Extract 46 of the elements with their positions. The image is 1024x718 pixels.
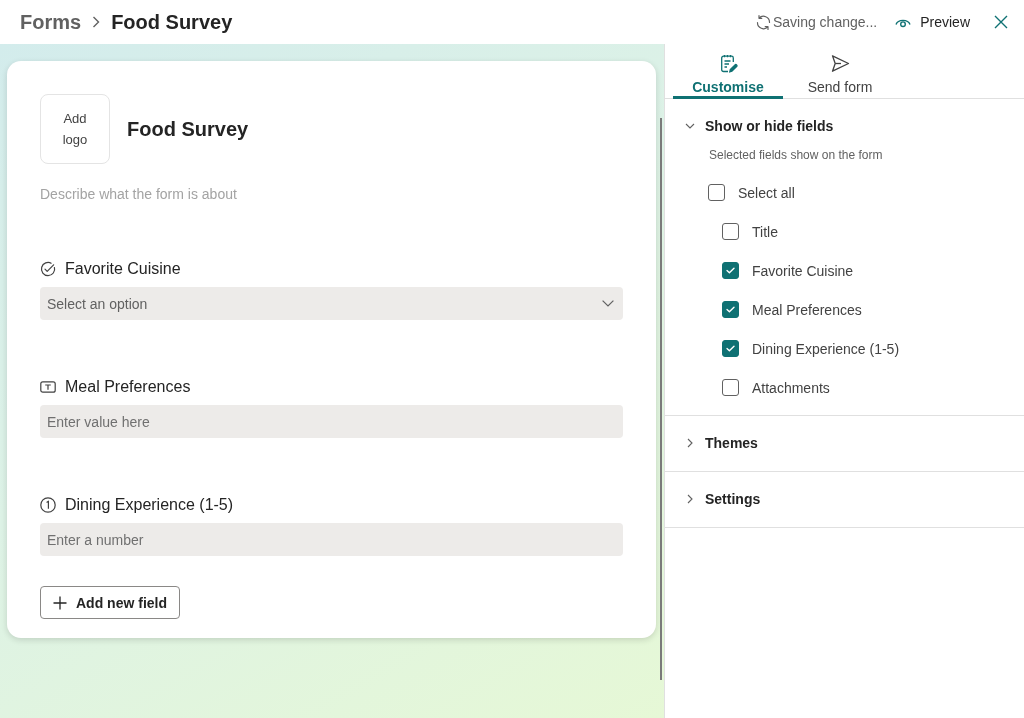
saving-status: Saving change... — [772, 14, 878, 30]
paper-plane-icon — [830, 54, 850, 73]
checkbox[interactable] — [722, 379, 739, 396]
section-description: Selected fields show on the form — [709, 147, 884, 163]
checkbox-label: Meal Preferences — [752, 301, 862, 318]
section-header[interactable]: Themes — [665, 416, 1024, 452]
checkbox[interactable] — [722, 301, 739, 318]
field-label: Favorite Cuisine — [65, 260, 181, 278]
chevron-right-icon — [92, 16, 101, 28]
form-title: Food Survey — [127, 117, 249, 141]
field-label: Dining Experience (1-5) — [65, 496, 234, 514]
clipboard-pencil-icon — [718, 54, 738, 73]
add-field-button[interactable]: Add new field — [40, 586, 180, 619]
description-field[interactable]: Describe what the form is about — [40, 184, 623, 204]
checkbox-label: Attachments — [752, 379, 830, 396]
checkbox[interactable] — [722, 340, 739, 357]
checkbox-label: Dining Experience (1-5) — [752, 340, 900, 357]
add-logo-button[interactable]: Add logo — [40, 94, 110, 164]
sync-icon — [754, 13, 772, 31]
chevron-down-icon — [602, 300, 614, 307]
section-header[interactable]: Show or hide fields — [665, 99, 1024, 135]
checkmark-icon — [726, 306, 735, 313]
number-circle-icon — [40, 497, 56, 513]
checkbox-label: Favorite Cuisine — [752, 262, 854, 279]
checkbox[interactable] — [722, 223, 739, 240]
plus-icon — [53, 595, 67, 610]
checkbox-label: Title — [752, 223, 778, 240]
scrollbar[interactable] — [660, 118, 662, 680]
panel-tab[interactable]: Send form — [785, 44, 895, 99]
check-circle-icon — [40, 261, 56, 277]
preview-button[interactable]: Preview — [891, 10, 974, 34]
number-input-field[interactable]: Enter a number — [40, 523, 623, 556]
checkbox-label: Select all — [738, 184, 795, 201]
text-box-icon — [40, 379, 56, 395]
section-header[interactable]: Settings — [665, 472, 1024, 508]
checkbox[interactable] — [708, 184, 725, 201]
panel-tab[interactable]: Customise — [673, 44, 783, 99]
breadcrumb-link[interactable]: Forms — [20, 10, 82, 34]
breadcrumb-current: Food Survey — [111, 10, 233, 34]
checkbox[interactable] — [722, 262, 739, 279]
checkmark-icon — [726, 267, 735, 274]
close-icon — [994, 15, 1008, 29]
field-label: Meal Preferences — [65, 378, 191, 396]
dropdown-field[interactable]: Select an option — [40, 287, 623, 320]
text-input-field[interactable]: Enter value here — [40, 405, 623, 438]
checkmark-icon — [726, 345, 735, 352]
